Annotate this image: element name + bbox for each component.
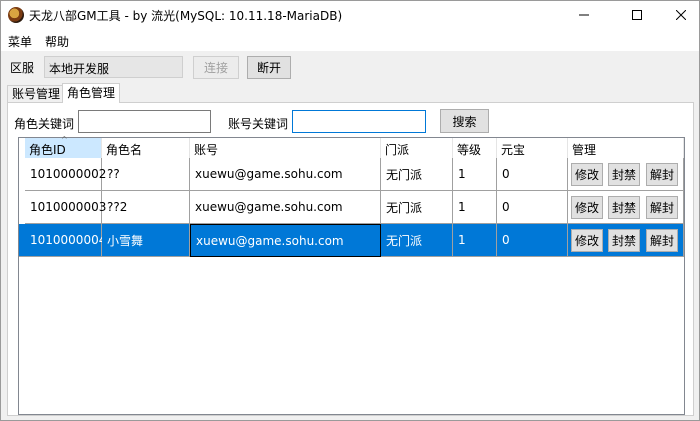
app-window: 天龙八部GM工具 - by 流光(MySQL: 10.11.18-MariaDB… [0,0,700,421]
unban-button[interactable]: 解封 [646,229,678,252]
tab-role-management[interactable]: 角色管理 [62,83,121,103]
cell-sect: 无门派 [381,158,453,191]
close-button[interactable] [658,1,699,29]
cell-role-id: 1010000002 [25,158,106,191]
column-header-yuanbao[interactable]: 元宝 [497,138,568,158]
maximize-button[interactable] [614,1,660,29]
menu-item-menu[interactable]: 菜单 [8,33,32,50]
cell-role-name: ??2 [102,191,190,224]
search-button[interactable]: 搜索 [440,109,489,133]
column-header-manage[interactable]: 管理 [568,138,684,158]
cell-role-id: 1010000003 [25,191,106,224]
cell-manage: 修改 封禁 解封 [568,158,684,191]
column-header-role-id[interactable]: 角色ID ^ [25,135,102,158]
cell-level: 1 [453,191,497,224]
menu-bar: 菜单 帮助 [1,29,699,52]
cell-manage: 修改 封禁 解封 [568,191,684,224]
column-header-level[interactable]: 等级 [453,138,497,158]
unban-button[interactable]: 解封 [646,196,678,219]
ban-button[interactable]: 封禁 [608,229,640,252]
cell-yuanbao: 0 [497,191,568,224]
cell-level: 1 [453,158,497,191]
connect-button[interactable]: 连接 [193,56,239,79]
server-label: 区服 [10,61,35,75]
app-logo-icon [8,7,24,23]
edit-button[interactable]: 修改 [571,196,603,219]
role-keyword-input[interactable] [78,110,211,133]
cell-account: xuewu@game.sohu.com [190,224,381,257]
edit-button[interactable]: 修改 [571,163,603,186]
title-bar[interactable]: 天龙八部GM工具 - by 流光(MySQL: 10.11.18-MariaDB… [1,1,699,29]
maximize-icon [632,10,642,20]
cell-role-name: ?? [102,158,190,191]
cell-manage: 修改 封禁 解封 [568,224,684,257]
column-header-role-name[interactable]: 角色名 [102,138,190,158]
server-select[interactable]: 本地开发服 ⌵ [44,56,183,78]
unban-button[interactable]: 解封 [646,163,678,186]
minimize-icon [579,14,589,16]
tab-account-management[interactable]: 账号管理 [7,85,66,102]
cell-account: xuewu@game.sohu.com [190,158,381,191]
menu-item-help[interactable]: 帮助 [45,33,69,50]
window-title: 天龙八部GM工具 - by 流光(MySQL: 10.11.18-MariaDB… [29,9,343,23]
cell-level: 1 [453,224,497,257]
account-keyword-label: 账号关键词 [228,117,289,131]
cell-role-id: 1010000004 [19,224,106,257]
close-icon [676,10,686,20]
disconnect-button[interactable]: 断开 [247,56,291,79]
cell-account: xuewu@game.sohu.com [190,191,381,224]
column-header-account[interactable]: 账号 [190,138,381,158]
cell-sect: 无门派 [381,191,453,224]
table-row[interactable]: 1010000004 小雪舞 xuewu@game.sohu.com 无门派 1… [19,224,684,257]
ban-button[interactable]: 封禁 [608,163,640,186]
table-row[interactable]: 1010000002 ?? xuewu@game.sohu.com 无门派 1 … [19,158,684,191]
role-keyword-label: 角色关键词 [14,117,75,131]
role-table[interactable]: 角色ID ^ 角色名 账号 门派 等级 元宝 管理 1010000002 ?? … [18,135,685,415]
table-header: 角色ID ^ 角色名 账号 门派 等级 元宝 管理 [19,135,684,158]
ban-button[interactable]: 封禁 [608,196,640,219]
cell-yuanbao: 0 [497,224,568,257]
column-header-sect[interactable]: 门派 [381,138,453,158]
account-keyword-input[interactable] [292,110,426,133]
table-row[interactable]: 1010000003 ??2 xuewu@game.sohu.com 无门派 1… [19,191,684,224]
chevron-down-icon: ⌵ [49,59,57,70]
cell-sect: 无门派 [381,224,453,257]
cell-yuanbao: 0 [497,158,568,191]
cell-role-name: 小雪舞 [102,224,190,257]
minimize-button[interactable] [561,1,607,29]
sort-ascending-icon: ^ [61,135,68,144]
edit-button[interactable]: 修改 [571,229,603,252]
